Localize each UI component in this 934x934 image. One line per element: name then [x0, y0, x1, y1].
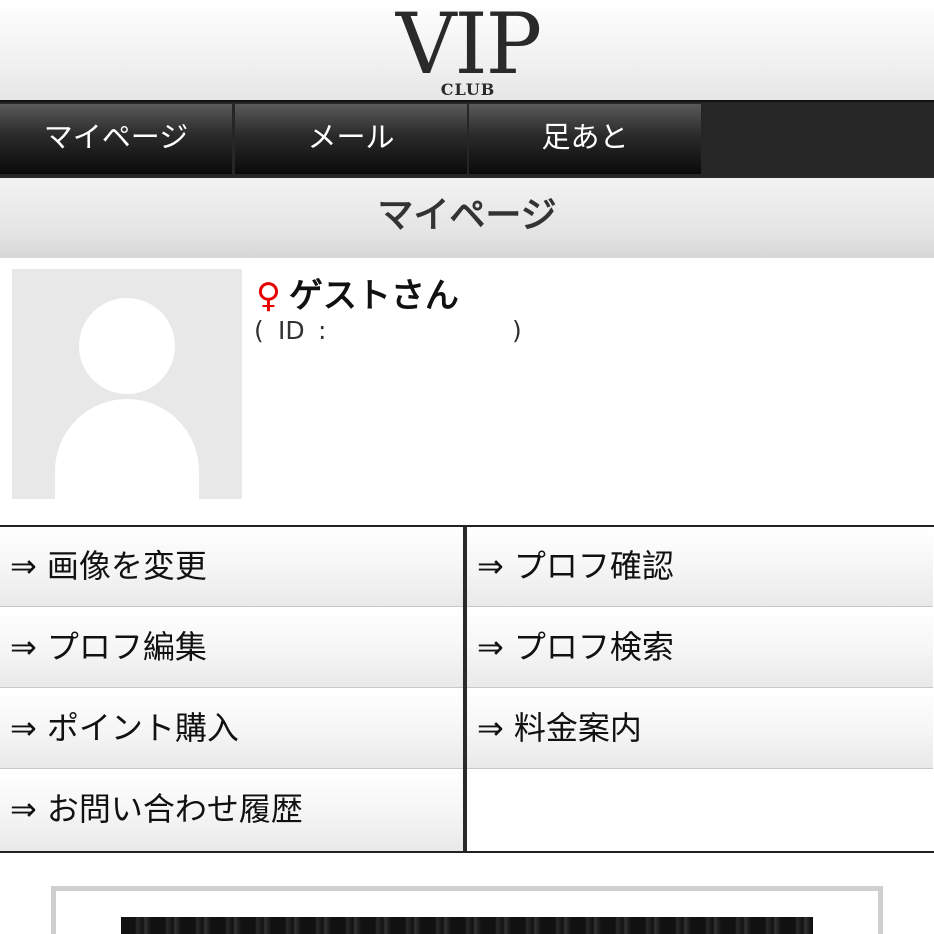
user-name: ♀ ゲストさん: [256, 276, 459, 316]
menu-buy-points[interactable]: ⇒ ポイント購入: [0, 689, 463, 769]
main-nav: マイページ メール 足あと: [0, 102, 934, 178]
avatar-head-shape: [79, 298, 175, 394]
id-close-paren: ): [512, 316, 522, 345]
menu-item-label: プロフ検索: [513, 628, 674, 666]
nav-item-mail[interactable]: メール: [235, 104, 467, 174]
right-double-arrow-icon: ⇒: [10, 628, 37, 666]
right-double-arrow-icon: ⇒: [477, 547, 504, 585]
menu-item-label: お問い合わせ履歴: [46, 790, 303, 828]
right-double-arrow-icon: ⇒: [10, 790, 37, 828]
logo-main-text: VIP: [395, 0, 542, 93]
menu-item-label: 料金案内: [513, 709, 642, 747]
menu-item-label: ポイント購入: [46, 709, 239, 747]
menu-item-label: プロフ編集: [46, 628, 207, 666]
site-header: VIP CLUB: [0, 0, 934, 102]
banner-frame: [51, 886, 883, 934]
menu-profile-edit[interactable]: ⇒ プロフ編集: [0, 608, 463, 688]
menu-change-image[interactable]: ⇒ 画像を変更: [0, 527, 463, 607]
id-open-paren: (: [254, 316, 264, 345]
menu-item-label: プロフ確認: [513, 547, 674, 585]
avatar-body-shape: [55, 399, 199, 499]
menu-profile-search[interactable]: ⇒ プロフ検索: [467, 608, 933, 688]
page-title: マイページ: [0, 178, 934, 258]
vip-club-logo[interactable]: VIP CLUB: [380, 0, 556, 100]
right-double-arrow-icon: ⇒: [477, 709, 504, 747]
menu-item-label: 画像を変更: [46, 547, 207, 585]
menu-column-divider: [463, 527, 467, 851]
right-double-arrow-icon: ⇒: [477, 628, 504, 666]
menu-pricing-guide[interactable]: ⇒ 料金案内: [467, 689, 933, 769]
menu-profile-check[interactable]: ⇒ プロフ確認: [467, 527, 933, 607]
nav-item-mypage[interactable]: マイページ: [0, 104, 232, 174]
avatar[interactable]: [12, 269, 242, 499]
id-colon: :: [318, 316, 327, 345]
right-double-arrow-icon: ⇒: [10, 547, 37, 585]
user-name-text: ゲストさん: [288, 276, 459, 316]
mypage-menu-grid: ⇒ 画像を変更 ⇒ プロフ確認 ⇒ プロフ編集 ⇒ プロフ検索 ⇒ ポイント購入 ⇒ 料金案…: [0, 525, 934, 853]
id-label: ID: [278, 316, 305, 345]
female-symbol-icon: ♀: [256, 276, 281, 316]
menu-empty-cell: [467, 770, 934, 851]
menu-inquiry-history[interactable]: ⇒ お問い合わせ履歴: [0, 770, 463, 851]
banner-image[interactable]: [121, 917, 813, 934]
nav-item-footprints[interactable]: 足あと: [469, 104, 701, 174]
right-double-arrow-icon: ⇒: [10, 709, 37, 747]
